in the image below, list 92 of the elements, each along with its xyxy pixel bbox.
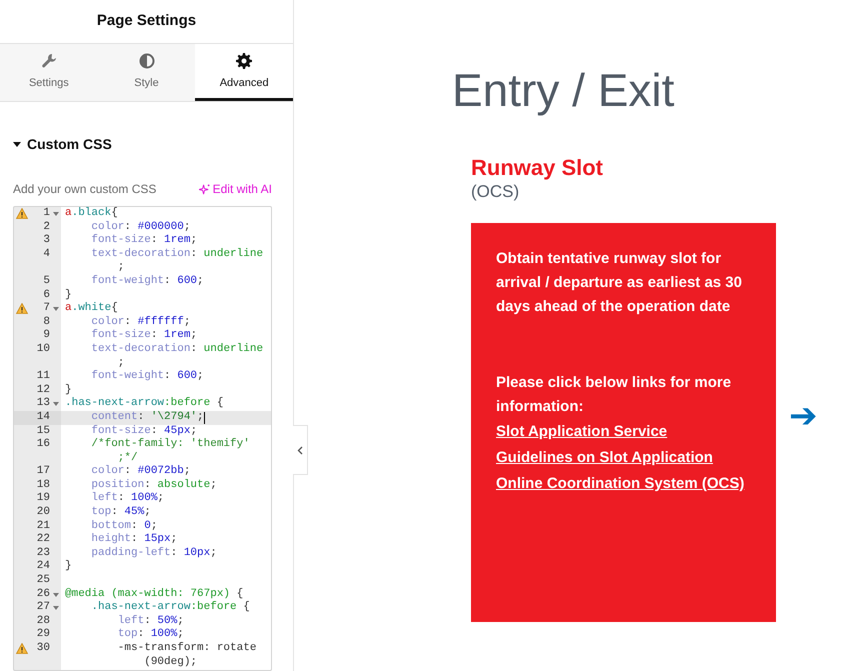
card-link[interactable]: Online Coordination System (OCS) [496, 473, 744, 495]
line-number: 8 [43, 316, 50, 330]
panel-title: Page Settings [96, 11, 196, 32]
code-line: content: '\2794'; [90, 410, 204, 424]
code-line: .has-next-arrow:before { [90, 601, 250, 615]
code-line: font-size: 1rem; [90, 234, 198, 248]
code-line: font-weight: 600; [90, 370, 204, 384]
line-number: 25 [36, 574, 50, 588]
line-number: 12 [36, 384, 50, 398]
line-number: 27 [36, 601, 50, 615]
line-number: 22 [36, 533, 50, 547]
line-number: 26 [36, 588, 50, 602]
code-line: a.white{ [65, 302, 118, 316]
code-line: position: absolute; [90, 478, 217, 492]
code-line: color: #0072bb; [90, 465, 190, 479]
sparkle-icon [198, 184, 210, 194]
code-line: color: #ffffff; [90, 316, 190, 329]
line-number: 13 [36, 397, 50, 411]
code-line: left: 50%; [116, 614, 184, 628]
code-line: } [65, 560, 72, 574]
code-editor[interactable] [13, 206, 272, 671]
line-number: 2 [43, 220, 50, 234]
line-number: 15 [36, 424, 50, 438]
line-number: 21 [36, 520, 50, 534]
code-line: a.black{ [65, 207, 118, 221]
collapse-handle[interactable] [293, 425, 308, 475]
line-number: 20 [36, 506, 50, 520]
code-line: top: 100%; [116, 628, 184, 642]
text-cursor [204, 412, 206, 424]
code-line: font-size: 1rem; [90, 329, 198, 343]
line-number: 28 [36, 614, 50, 628]
tab[interactable]: Style [98, 44, 196, 101]
code-line: color: #000000; [90, 220, 190, 234]
card-link[interactable]: Slot Application Service [496, 421, 668, 443]
line-number: 14 [36, 410, 50, 424]
card-link[interactable]: Guidelines on Slot Application [496, 447, 713, 469]
code-line: ;*/ [116, 452, 138, 465]
code-line: text-decoration: underline [90, 342, 264, 357]
line-number: 30 [36, 642, 50, 656]
line-number: 23 [36, 546, 50, 560]
code-line: bottom: 0; [90, 520, 158, 533]
line-number: 17 [36, 465, 50, 479]
line-number: 4 [43, 248, 50, 262]
code-line: top: 45%; [90, 506, 151, 520]
code-line: } [65, 288, 72, 302]
code-line: height: 15px; [90, 533, 178, 547]
line-number: 3 [43, 234, 50, 248]
line-number: 1 [43, 207, 50, 221]
code-line: left: 100%; [90, 492, 164, 506]
line-number: 5 [43, 274, 50, 289]
code-line: text-decoration: underline [90, 248, 264, 262]
contrast-icon [138, 53, 154, 70]
tab[interactable]: Settings [0, 44, 98, 101]
field-label: Add your own custom CSS [13, 181, 156, 198]
card-title: Runway Slot [471, 154, 604, 182]
edit-with-ai-link[interactable]: Edit with AI [198, 180, 272, 198]
fold-caret-icon[interactable] [53, 606, 59, 610]
section-title[interactable]: Custom CSS [27, 134, 112, 155]
code-line: ; [116, 356, 124, 370]
line-number: 18 [36, 478, 50, 492]
line-number: 24 [36, 560, 50, 574]
code-line: } [65, 384, 72, 397]
code-line: (90deg); [143, 656, 198, 670]
links-intro: Please click below links for more information: [496, 373, 732, 417]
code-line: .has-next-arrow:before { [65, 397, 224, 411]
code-line: -ms-transform: rotate [116, 642, 256, 656]
line-number: 10 [36, 342, 50, 357]
chevron-left-icon [297, 446, 303, 454]
fold-caret-icon[interactable] [53, 212, 59, 216]
code-line: font-size: 45px; [90, 424, 198, 438]
settings-icon [236, 53, 252, 70]
card-description: Obtain tentative runway slot for arrival / departure as earliest as 30 days ahead of the operation date [496, 249, 743, 317]
code-line: /*font-family: 'themify' [90, 438, 250, 452]
code-line: font-weight: 600; [90, 274, 204, 289]
fold-caret-icon[interactable] [53, 402, 59, 406]
wrench-icon [40, 53, 57, 70]
code-line: padding-left: 10px; [90, 546, 217, 560]
card-subtitle: (OCS) [471, 182, 520, 202]
line-number: 29 [36, 628, 50, 642]
line-number: 6 [43, 288, 50, 302]
caret-icon[interactable] [13, 142, 21, 148]
line-number: 9 [43, 329, 50, 343]
fold-caret-icon[interactable] [53, 307, 59, 312]
line-number: 19 [36, 492, 50, 506]
line-number: 11 [36, 370, 50, 384]
line-number: 7 [43, 302, 50, 316]
page-heading: Entry / Exit [452, 63, 674, 118]
next-arrow[interactable]: ➔ [789, 396, 817, 436]
fold-caret-icon[interactable] [53, 592, 59, 597]
code-line: ; [116, 261, 124, 275]
line-number: 16 [36, 438, 50, 452]
code-line: @media (max-width: 767px) { [65, 588, 244, 601]
